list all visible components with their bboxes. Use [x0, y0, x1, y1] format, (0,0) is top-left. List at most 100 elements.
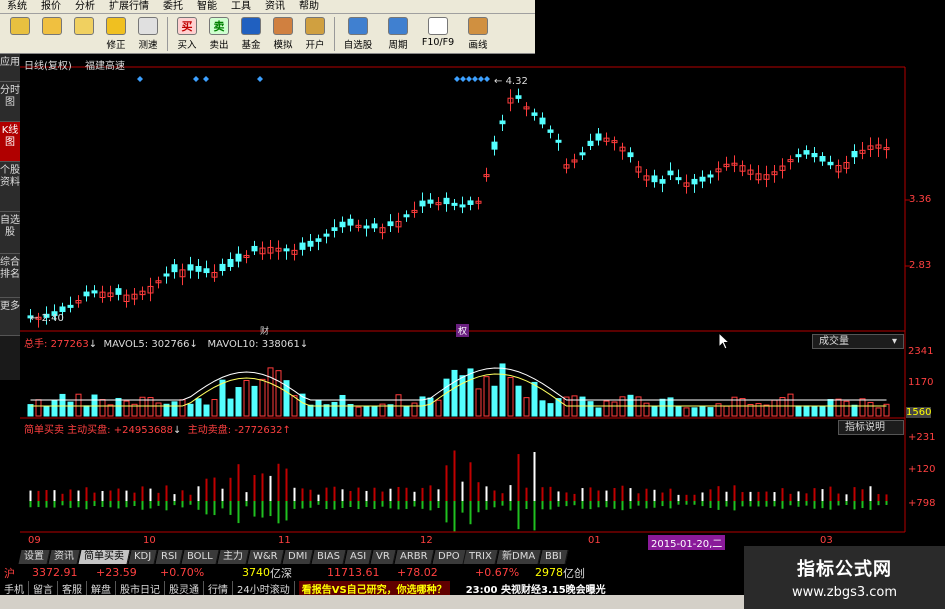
indicator-tab[interactable]: 主力	[217, 550, 250, 564]
flow-header: 简单买卖 主动买盘: +24953688↓ 主动卖盘: -2772632↑	[24, 421, 291, 436]
quick-link[interactable]: 留言	[29, 580, 58, 596]
quick-link[interactable]: 24小时滚动	[233, 580, 295, 596]
price-tick-lower: 2.83	[909, 260, 932, 271]
chart-area[interactable]: 日线(复权) 福建高速 3.36 2.83 ← 4.32 ← 2.40 财 权 …	[20, 54, 945, 550]
toolbar-button[interactable]	[68, 14, 100, 54]
toolbar-label: F10/F9	[421, 37, 455, 48]
toolbar-button[interactable]: 自选股	[338, 14, 378, 54]
toolbar-button[interactable]	[36, 14, 68, 54]
buy-arrow-icon: ↓	[173, 425, 182, 436]
lock-icon	[305, 17, 325, 35]
indicator-tab[interactable]: KDJ	[128, 550, 158, 564]
menu-item[interactable]: 系统	[0, 0, 34, 14]
indicator-tab[interactable]: 设置	[18, 550, 51, 564]
menu-item[interactable]: 分析	[68, 0, 102, 14]
menu-item[interactable]: 扩展行情	[102, 0, 156, 14]
menu-item[interactable]: 报价	[34, 0, 68, 14]
menu-item[interactable]: 帮助	[292, 0, 326, 14]
volume-bar	[595, 407, 602, 417]
indicator-tab[interactable]: W&R	[247, 550, 285, 564]
volume-bar	[275, 370, 282, 417]
toolbar-button[interactable]: 买买入	[171, 14, 203, 54]
signal-diamond	[193, 76, 199, 82]
candlestick	[251, 245, 258, 252]
indicator-tab[interactable]: ASI	[344, 550, 373, 564]
toolbar-button[interactable]: 修正	[100, 14, 132, 54]
quick-link[interactable]: 股市日记	[116, 580, 165, 596]
quick-link[interactable]: 解盘	[87, 580, 116, 596]
candlestick	[675, 177, 682, 181]
quick-link[interactable]: 客服	[58, 580, 87, 596]
indicator-tab[interactable]: BBI	[539, 550, 569, 564]
quick-link[interactable]: 股灵通	[165, 580, 204, 596]
indicator-tab[interactable]: DPO	[432, 550, 466, 564]
buy-label: 主动买盘:	[67, 425, 111, 436]
side-tab[interactable]: 个股资料	[0, 162, 20, 212]
toolbar-button[interactable]: F10/F9	[418, 14, 458, 54]
back-arrow-icon	[42, 17, 62, 35]
indicator-tab[interactable]: BOLL	[181, 550, 220, 564]
side-tab[interactable]: 更多	[0, 298, 20, 336]
side-tab[interactable]: 分时图	[0, 82, 20, 122]
x-label-10: 10	[143, 535, 156, 546]
indicator-tab[interactable]: 资讯	[48, 550, 81, 564]
toolbar-label: 模拟	[273, 40, 293, 51]
indicator-tab[interactable]: RSI	[155, 550, 184, 564]
volume-bar	[507, 377, 514, 417]
menu-bar: 系统 报价 分析 扩展行情 委托 智能 工具 资讯 帮助	[0, 0, 535, 14]
toolbar-button[interactable]: 卖卖出	[203, 14, 235, 54]
indicator-tab[interactable]: BIAS	[311, 550, 347, 564]
volume-axis-mid: 1170	[908, 377, 934, 388]
sz-label: 深	[281, 566, 292, 580]
side-tab[interactable]: K线图	[0, 122, 20, 162]
fund-icon	[241, 17, 261, 35]
candlestick	[419, 200, 426, 207]
menu-item[interactable]: 资讯	[258, 0, 292, 14]
toolbar-button[interactable]: 测速	[132, 14, 164, 54]
signal-diamond	[454, 76, 460, 82]
indicator-tab[interactable]: 简单买卖	[78, 550, 131, 564]
indicator-help-button[interactable]: 指标说明	[838, 420, 904, 435]
toolbar: 修正 测速买买入卖卖出 基金 模拟 开户 自选股 周期 F10/F9 画线	[0, 14, 535, 54]
toolbar-button[interactable]	[4, 14, 36, 54]
toolbar-button[interactable]: 模拟	[267, 14, 299, 54]
volume-selector[interactable]: 成交量 ▾	[812, 334, 904, 349]
indicator-tab-label: RSI	[161, 551, 178, 562]
quick-link[interactable]: 行情	[204, 580, 233, 596]
indicator-tab[interactable]: 新DMA	[496, 550, 542, 564]
kline-chart-svg[interactable]	[20, 54, 945, 549]
toolbar-button[interactable]: 开户	[299, 14, 331, 54]
toolbar-button[interactable]: 画线	[458, 14, 498, 54]
candlestick	[491, 141, 498, 150]
toolbar-button[interactable]: 周期	[378, 14, 418, 54]
watermark-title: 指标公式网	[797, 559, 892, 580]
sz-unit: 亿	[563, 566, 574, 580]
menu-item[interactable]: 工具	[224, 0, 258, 14]
side-tab[interactable]: 应用	[0, 54, 20, 82]
indicator-tab-label: BIAS	[317, 551, 341, 562]
volume-bar	[123, 400, 130, 417]
indicator-tab-label: ARBR	[400, 551, 428, 562]
indicator-tab-label: BBI	[545, 551, 562, 562]
indicator-tab[interactable]: TRIX	[463, 550, 499, 564]
volume-bar	[875, 407, 882, 417]
volume-bar	[43, 406, 50, 417]
menu-item[interactable]: 委托	[156, 0, 190, 14]
news-time[interactable]: 23:00 央视财经3.15晚会曝光	[466, 581, 606, 596]
side-tab[interactable]: 综合排名	[0, 254, 20, 298]
volume-bar	[259, 378, 266, 417]
candlestick	[803, 150, 810, 155]
side-tab[interactable]: 自选股	[0, 212, 20, 254]
indicator-tab[interactable]: VR	[370, 550, 397, 564]
mavol5-line	[30, 367, 887, 401]
volume-bar	[795, 405, 802, 417]
dropdown-icon: ▾	[891, 336, 897, 347]
indicator-tab[interactable]: DMI	[282, 550, 314, 564]
volume-bar	[675, 405, 682, 417]
volume-bar	[683, 407, 690, 417]
quick-link[interactable]: 手机	[0, 580, 29, 596]
news-headline[interactable]: 看报告VS自己研究，你选哪种？	[298, 580, 450, 596]
indicator-tab[interactable]: ARBR	[394, 550, 435, 564]
toolbar-button[interactable]: 基金	[235, 14, 267, 54]
menu-item[interactable]: 智能	[190, 0, 224, 14]
